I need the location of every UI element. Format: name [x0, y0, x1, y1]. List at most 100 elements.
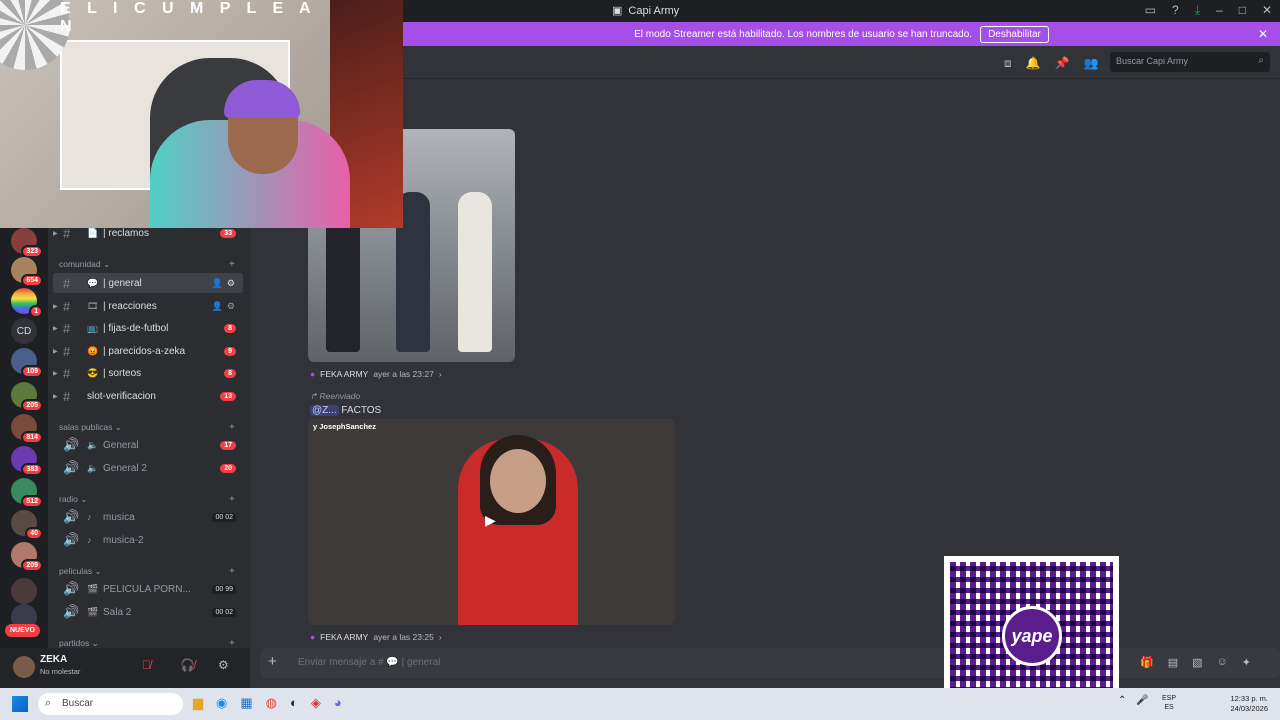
- bell-icon[interactable]: 🔔: [1026, 56, 1041, 71]
- maximize-button[interactable]: □: [1239, 3, 1246, 18]
- server-icon[interactable]: 383: [11, 446, 43, 476]
- search-input[interactable]: Buscar Capi Army ⌕: [1110, 52, 1270, 72]
- channel-general[interactable]: # 💬 | general 👤 ⚙: [53, 273, 243, 293]
- user-status: No molestar: [40, 667, 81, 676]
- voice-channel-general[interactable]: 🔊 🔈 General 17: [53, 435, 243, 455]
- forwarded-label: ↱ Reenviado: [310, 391, 361, 401]
- category-comunidad[interactable]: comunidad ⌄ +: [59, 259, 235, 270]
- speaker-emoji-icon: 🔈: [87, 439, 99, 450]
- hash-icon: #: [63, 298, 71, 314]
- category-radio[interactable]: radio ⌄ +: [59, 494, 235, 505]
- help-icon[interactable]: ?: [1172, 3, 1179, 18]
- system-clock[interactable]: 12:33 p. m. 24/03/2026: [1224, 694, 1268, 714]
- channel-reacciones[interactable]: ▶ # 🎞 | reacciones 👤 ⚙: [53, 296, 243, 316]
- emoji-icon[interactable]: ☺: [1217, 656, 1228, 669]
- add-channel-icon[interactable]: +: [229, 259, 235, 270]
- play-icon[interactable]: ▶: [485, 512, 496, 529]
- server-icon[interactable]: 323: [11, 228, 43, 258]
- message-meta: ● FEKA ARMY ayer a las 23:27 ›: [310, 369, 442, 379]
- server-icon[interactable]: 205: [11, 382, 43, 412]
- server-icon[interactable]: 1: [11, 288, 43, 318]
- close-window-button[interactable]: ✕: [1262, 3, 1272, 18]
- app-icon[interactable]: ◈: [311, 695, 321, 711]
- screen-share-icon[interactable]: ▭: [1145, 3, 1156, 18]
- voice-channel-general-2[interactable]: 🔊 🔈 General 2 20: [53, 458, 243, 478]
- voice-channel-musica[interactable]: 🔊 ♪ musica 00 02: [53, 507, 243, 527]
- message-time: ayer a las 23:25: [373, 632, 434, 642]
- search-icon: ⌕: [45, 697, 52, 709]
- server-icon[interactable]: 109: [11, 348, 43, 378]
- category-salas-publicas[interactable]: salas publicas ⌄ +: [59, 422, 235, 433]
- doc-emoji-icon: 📄: [87, 227, 99, 238]
- members-icon[interactable]: 👥: [1084, 56, 1099, 71]
- message-author[interactable]: FEKA ARMY: [320, 632, 368, 642]
- server-icon[interactable]: [11, 578, 37, 604]
- minimize-button[interactable]: –: [1216, 3, 1223, 18]
- add-channel-icon[interactable]: +: [229, 494, 235, 505]
- disable-streamer-button[interactable]: Deshabilitar: [980, 25, 1049, 43]
- invite-icon[interactable]: 👤: [212, 301, 223, 312]
- channel-sorteos[interactable]: ▶ # 😎 | sorteos 8: [53, 363, 243, 383]
- server-icon[interactable]: 209: [11, 542, 43, 572]
- role-icon: ●: [310, 632, 316, 642]
- gift-icon[interactable]: 🎁: [1140, 656, 1154, 669]
- tray-chevron-icon[interactable]: ⌃: [1118, 695, 1126, 706]
- settings-icon[interactable]: ⚙: [227, 301, 235, 312]
- add-channel-icon[interactable]: +: [229, 422, 235, 433]
- mic-icon[interactable]: 🎤: [1136, 695, 1148, 706]
- message-time: ayer a las 23:27: [373, 369, 434, 379]
- discord-icon[interactable]: ◕: [334, 695, 342, 711]
- chevron-right-icon: ▶: [53, 393, 58, 400]
- threads-icon[interactable]: ⧈: [1004, 56, 1012, 71]
- message-composer[interactable]: + Enviar mensaje a # 💬 | general 🎁 ▤ ▧ ☺…: [260, 648, 1280, 678]
- taskbar-search[interactable]: ⌕ Buscar: [38, 693, 183, 715]
- sticker-icon[interactable]: ▧: [1192, 656, 1202, 669]
- new-badge: NUEVO: [5, 624, 40, 637]
- channel-slot-verificacion[interactable]: ▶ # slot-verificacion 13: [53, 386, 243, 406]
- server-icon[interactable]: 512: [11, 478, 43, 508]
- user-settings-icon[interactable]: ⚙: [218, 658, 229, 672]
- chevron-right-icon: ▶: [53, 370, 58, 377]
- sunglasses-emoji-icon: 😎: [87, 367, 99, 378]
- yape-logo: yape: [1002, 606, 1062, 666]
- mic-muted-icon[interactable]: 🎙̸: [142, 658, 151, 672]
- hash-icon: #: [63, 275, 71, 291]
- channel-fijas-de-futbol[interactable]: ▶ # 📺 | fijas-de-futbol 8: [53, 318, 243, 338]
- download-icon[interactable]: ⤓: [1195, 3, 1200, 18]
- close-banner-icon[interactable]: ✕: [1258, 27, 1268, 41]
- speaker-icon: 🔊: [63, 604, 80, 619]
- message-author[interactable]: FEKA ARMY: [320, 369, 368, 379]
- headset-muted-icon[interactable]: 🎧̸: [180, 658, 195, 672]
- attached-video[interactable]: y JosephSanchez ▶: [308, 419, 675, 625]
- mention[interactable]: @Z...: [310, 405, 339, 416]
- hash-icon: #: [63, 388, 71, 404]
- gif-icon[interactable]: ▤: [1168, 656, 1178, 669]
- voice-channel-musica-2[interactable]: 🔊 ♪ musica-2: [53, 530, 243, 550]
- window-title: ▣ Capi Army: [612, 4, 680, 18]
- channel-parecidos-a-zeka[interactable]: ▶ # 😡 | parecidos-a-zeka 9: [53, 341, 243, 361]
- apps-icon[interactable]: ✦: [1242, 656, 1251, 669]
- hash-icon: #: [63, 320, 71, 336]
- add-channel-icon[interactable]: +: [229, 566, 235, 577]
- category-peliculas[interactable]: peliculas ⌄ +: [59, 566, 235, 577]
- server-icon[interactable]: 40: [11, 510, 43, 540]
- server-icon[interactable]: 814: [11, 414, 43, 444]
- invite-icon[interactable]: 👤: [212, 278, 223, 289]
- steam-icon[interactable]: ◐: [290, 695, 298, 711]
- edge-icon[interactable]: ◉: [216, 695, 227, 711]
- file-explorer-icon[interactable]: ▆: [193, 695, 203, 711]
- settings-icon[interactable]: ⚙: [227, 278, 235, 289]
- composer-placeholder: Enviar mensaje a # 💬 | general: [298, 657, 441, 668]
- add-attachment-icon[interactable]: +: [268, 653, 277, 670]
- windows-start-icon[interactable]: [12, 696, 28, 712]
- chrome-icon[interactable]: ◍: [266, 695, 277, 711]
- store-icon[interactable]: ▦: [240, 695, 252, 711]
- avatar[interactable]: [13, 656, 35, 678]
- language-indicator[interactable]: ESP ES: [1162, 694, 1176, 712]
- server-icon[interactable]: 654: [11, 257, 43, 287]
- speaker-icon: 🔊: [63, 581, 80, 596]
- voice-channel-sala-2[interactable]: 🔊 🎬 Sala 2 00 02: [53, 602, 243, 622]
- server-cd[interactable]: CD: [11, 318, 37, 344]
- voice-channel-pelicula[interactable]: 🔊 🎬 PELICULA PORN... 00 99: [53, 579, 243, 599]
- pin-icon[interactable]: 📌: [1055, 56, 1070, 71]
